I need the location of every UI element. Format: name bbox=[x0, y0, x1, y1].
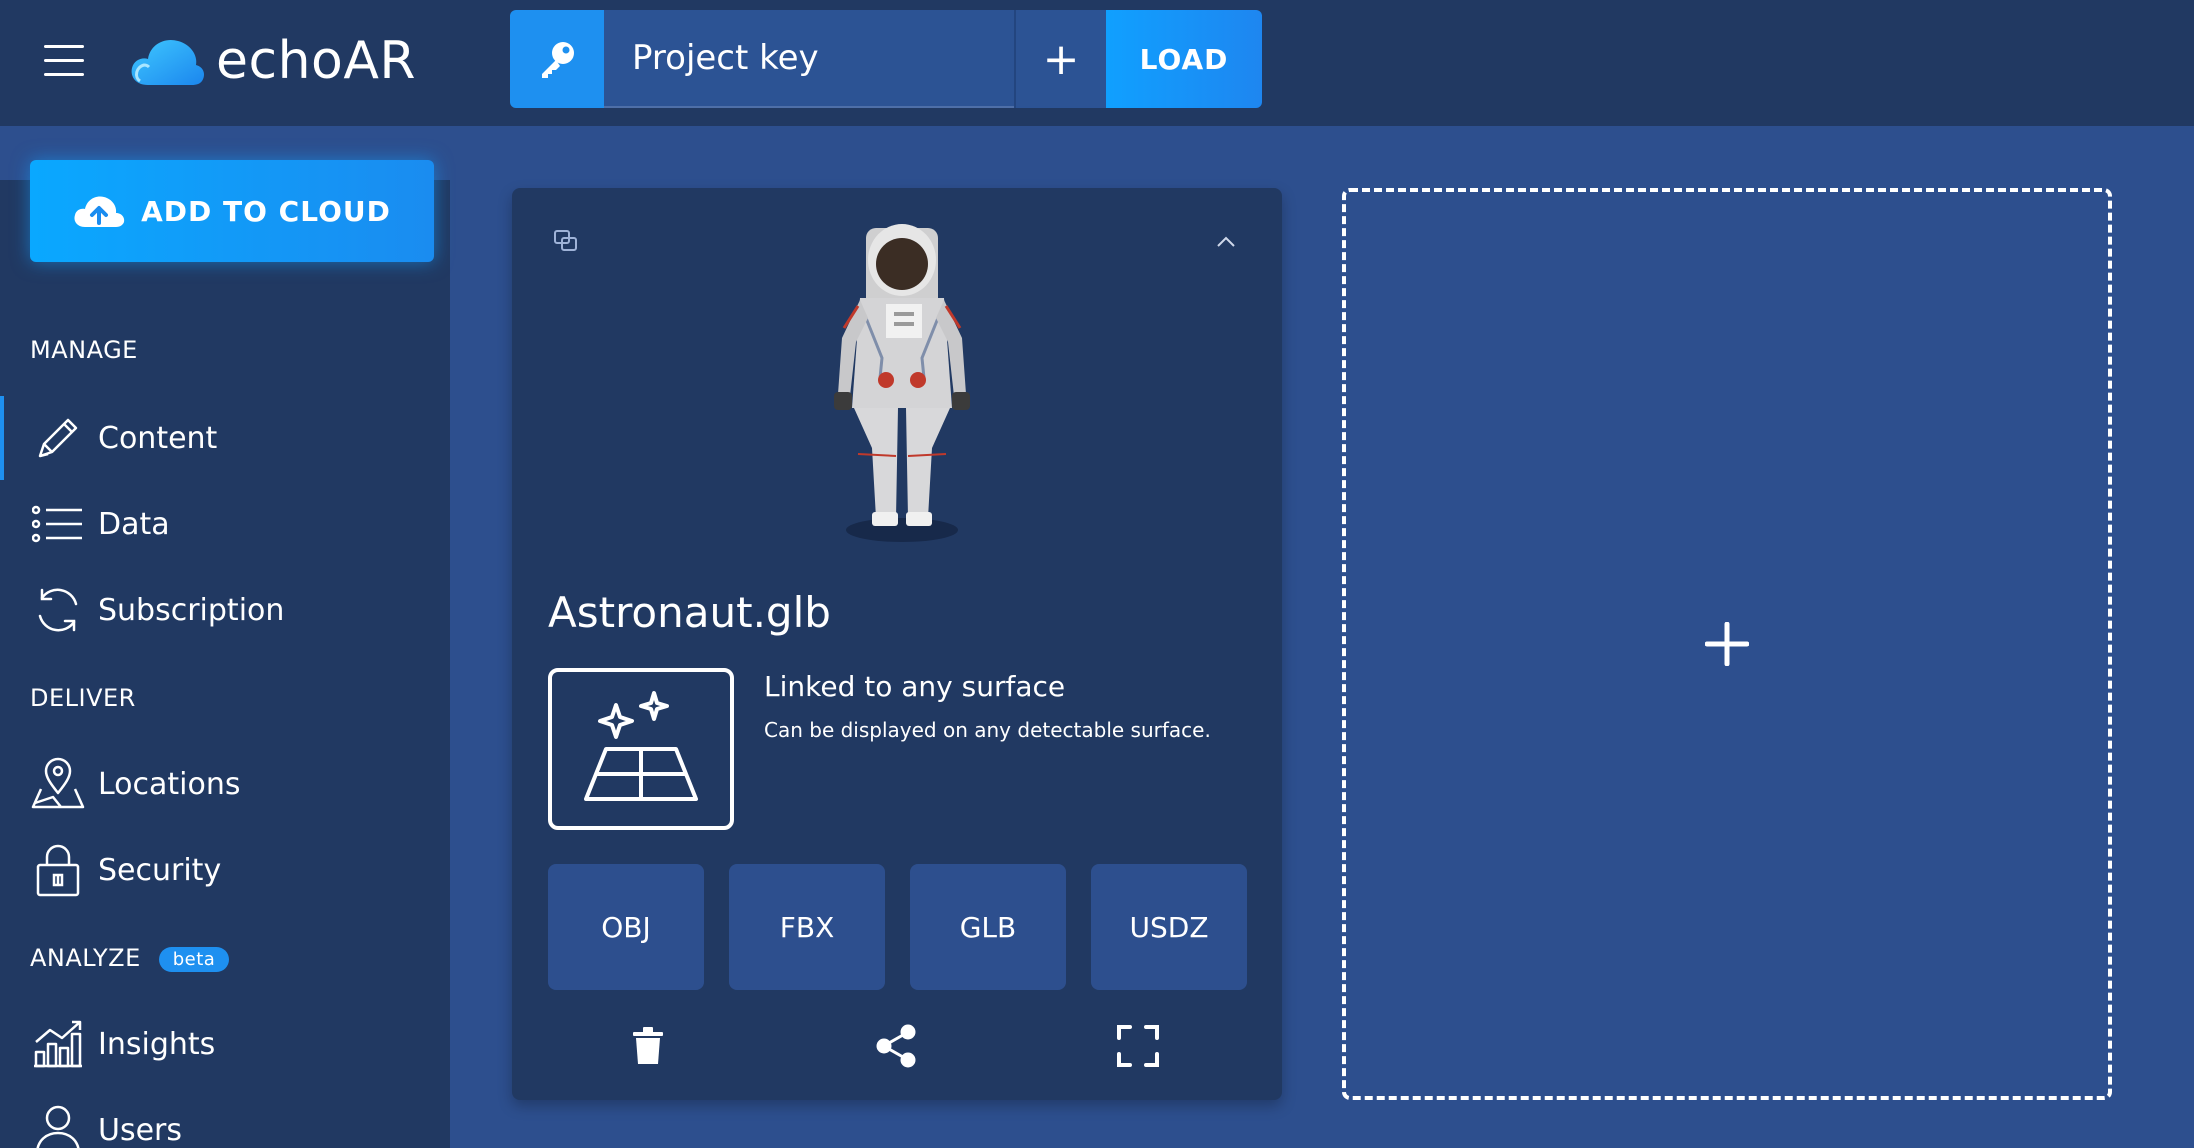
chevron-up-icon[interactable] bbox=[1212, 228, 1242, 258]
cloud-upload-icon bbox=[74, 196, 125, 227]
asset-name: Astronaut.glb bbox=[548, 588, 831, 637]
sidebar-item-data[interactable]: Data bbox=[0, 482, 450, 566]
surface-title: Linked to any surface bbox=[764, 670, 1066, 703]
add-asset-dropzone[interactable] bbox=[1342, 188, 2112, 1100]
sidebar-item-label: Insights bbox=[98, 1026, 216, 1062]
menu-icon[interactable] bbox=[44, 45, 84, 77]
load-button[interactable]: LOAD bbox=[1106, 10, 1262, 108]
format-buttons: OBJ FBX GLB USDZ bbox=[548, 864, 1247, 990]
sidebar-item-label: Locations bbox=[98, 766, 241, 802]
pencil-icon bbox=[30, 410, 86, 466]
copy-icon[interactable] bbox=[552, 228, 582, 258]
chart-icon bbox=[30, 1016, 86, 1072]
user-icon bbox=[30, 1102, 86, 1148]
glb-format-button[interactable]: GLB bbox=[910, 864, 1066, 990]
cloud-logo-icon bbox=[131, 39, 204, 85]
obj-format-button[interactable]: OBJ bbox=[548, 864, 704, 990]
sidebar-item-label: Subscription bbox=[98, 592, 285, 628]
add-to-cloud-button[interactable]: ADD TO CLOUD bbox=[30, 160, 434, 262]
list-icon bbox=[30, 496, 86, 552]
refresh-icon bbox=[30, 582, 86, 638]
sidebar-item-insights[interactable]: Insights bbox=[0, 1002, 450, 1086]
sidebar-item-security[interactable]: Security bbox=[0, 828, 450, 912]
top-bar: echoAR + LOAD bbox=[0, 0, 2194, 126]
card-actions bbox=[512, 1018, 1282, 1078]
plus-icon bbox=[1705, 622, 1749, 666]
section-analyze-label: ANALYZE bbox=[30, 944, 141, 972]
sidebar-item-label: Content bbox=[98, 420, 218, 456]
project-key-bar: + LOAD bbox=[510, 10, 1262, 108]
share-icon[interactable] bbox=[868, 1018, 924, 1074]
sidebar-item-label: Users bbox=[98, 1112, 183, 1148]
project-key-input[interactable] bbox=[604, 10, 1014, 108]
add-key-button[interactable]: + bbox=[1014, 10, 1106, 108]
surface-anchor-icon[interactable] bbox=[548, 668, 734, 830]
sidebar-item-content[interactable]: Content bbox=[0, 396, 450, 480]
map-pin-icon bbox=[30, 756, 86, 812]
brand-name: echoAR bbox=[216, 31, 417, 91]
section-manage: MANAGE bbox=[30, 336, 138, 364]
surface-description: Can be displayed on any detectable surfa… bbox=[764, 718, 1211, 742]
sidebar-item-locations[interactable]: Locations bbox=[0, 742, 450, 826]
beta-badge: beta bbox=[158, 946, 230, 972]
section-deliver: DELIVER bbox=[30, 684, 136, 712]
usdz-format-button[interactable]: USDZ bbox=[1091, 864, 1247, 990]
logo[interactable]: echoAR bbox=[130, 28, 416, 94]
asset-card: Astronaut.glb Linked to any surface Can … bbox=[512, 188, 1282, 1100]
fbx-format-button[interactable]: FBX bbox=[729, 864, 885, 990]
trash-icon[interactable] bbox=[620, 1018, 676, 1074]
key-icon bbox=[510, 10, 604, 108]
fullscreen-icon[interactable] bbox=[1110, 1018, 1166, 1074]
lock-icon bbox=[30, 842, 86, 898]
sidebar-item-subscription[interactable]: Subscription bbox=[0, 568, 450, 652]
sidebar-item-label: Data bbox=[98, 506, 170, 542]
add-to-cloud-label: ADD TO CLOUD bbox=[141, 194, 391, 228]
astronaut-preview-image[interactable] bbox=[802, 208, 1002, 548]
sidebar-item-users[interactable]: Users bbox=[0, 1088, 450, 1148]
section-analyze: ANALYZE beta bbox=[30, 944, 230, 972]
sidebar-item-label: Security bbox=[98, 852, 222, 888]
